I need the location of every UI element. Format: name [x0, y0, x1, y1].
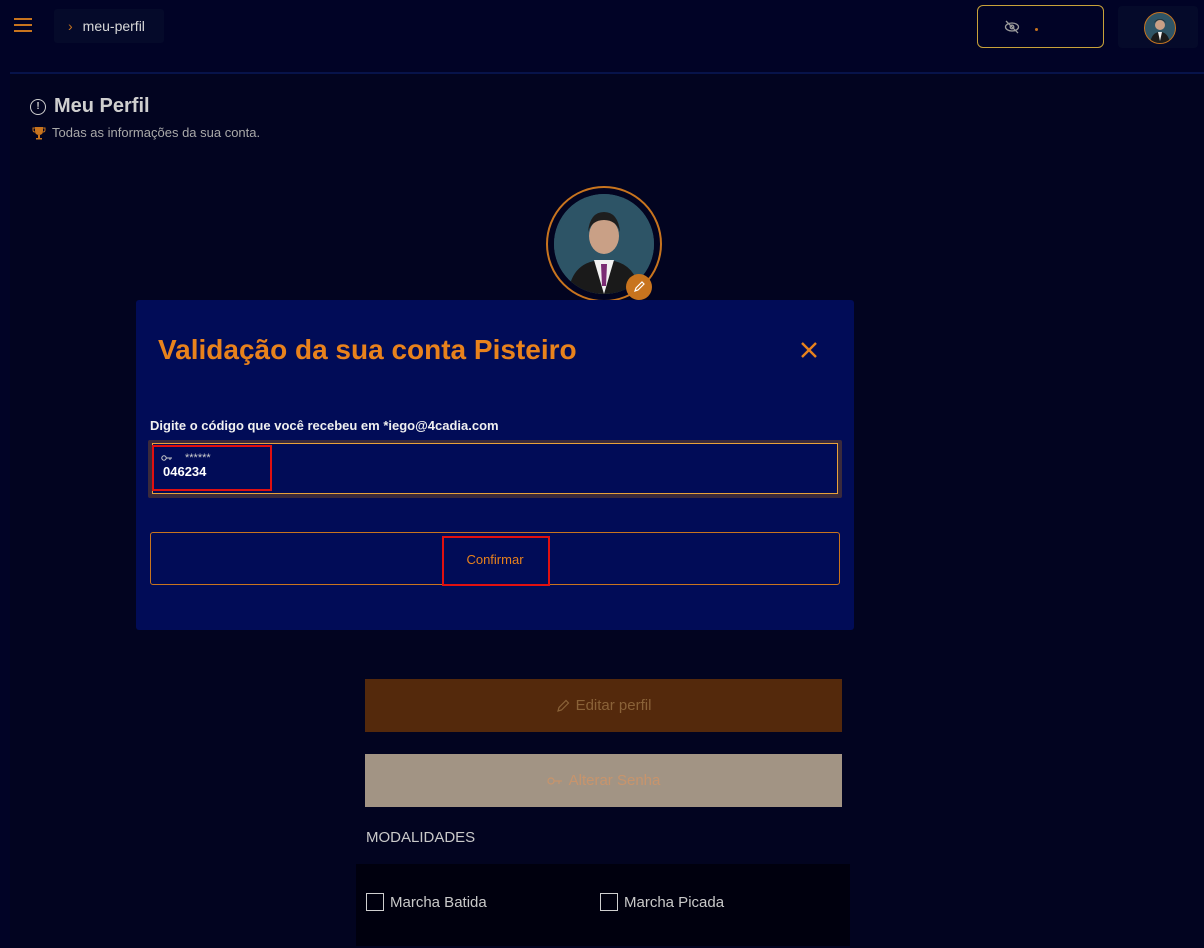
modality-label: Marcha Picada: [624, 893, 725, 911]
user-menu-button[interactable]: [1118, 6, 1198, 48]
pencil-icon: [634, 281, 645, 292]
info-circle-icon: !: [30, 98, 46, 115]
hamburger-menu-icon[interactable]: [14, 18, 32, 34]
modality-option-marcha-picada[interactable]: Marcha Picada: [600, 893, 724, 911]
code-placeholder-text: ******: [185, 452, 211, 464]
confirm-button[interactable]: Confirmar: [150, 532, 840, 585]
eye-slash-icon: [1004, 20, 1020, 34]
verification-code-input[interactable]: ****** 046234: [152, 443, 838, 494]
chevron-right-icon: ›: [68, 18, 73, 34]
edit-profile-label: Editar perfil: [575, 697, 652, 714]
checkbox[interactable]: [600, 893, 618, 911]
breadcrumb-label: meu-perfil: [82, 18, 145, 34]
avatar: [1144, 12, 1176, 44]
code-value: 046234: [163, 464, 207, 479]
confirm-button-label: Confirmar: [466, 552, 524, 567]
modalities-heading: MODALIDADES: [366, 829, 476, 846]
breadcrumb[interactable]: › meu-perfil: [54, 9, 164, 43]
change-password-button[interactable]: Alterar Senha: [365, 754, 842, 807]
key-icon: [161, 455, 172, 461]
close-icon[interactable]: [797, 338, 821, 362]
modality-label: Marcha Batida: [390, 893, 487, 911]
page-subtitle-text: Todas as informações da sua conta.: [52, 125, 261, 140]
balance-dot: [1035, 28, 1038, 31]
modality-option-marcha-batida[interactable]: Marcha Batida: [366, 893, 487, 911]
page-title-text: Meu Perfil: [54, 95, 150, 117]
account-validation-modal: Validação da sua conta Pisteiro Digite o…: [136, 300, 854, 630]
top-bar: › meu-perfil: [0, 0, 1204, 60]
key-icon: [547, 776, 562, 785]
pencil-icon: [556, 699, 569, 712]
code-field-wrapper: ****** 046234: [148, 440, 842, 498]
code-placeholder: ******: [161, 452, 211, 464]
code-label: Digite o código que você recebeu em *ieg…: [150, 418, 499, 433]
page-subtitle: Todas as informações da sua conta.: [32, 125, 260, 140]
trophy-icon: [32, 126, 46, 139]
change-password-label: Alterar Senha: [568, 772, 661, 789]
checkbox[interactable]: [366, 893, 384, 911]
modal-title: Validação da sua conta Pisteiro: [158, 334, 577, 365]
page-title: ! Meu Perfil: [30, 95, 150, 118]
balance-visibility-toggle[interactable]: [977, 5, 1104, 48]
edit-profile-button[interactable]: Editar perfil: [365, 679, 842, 732]
avatar-edit-button[interactable]: [626, 274, 652, 300]
